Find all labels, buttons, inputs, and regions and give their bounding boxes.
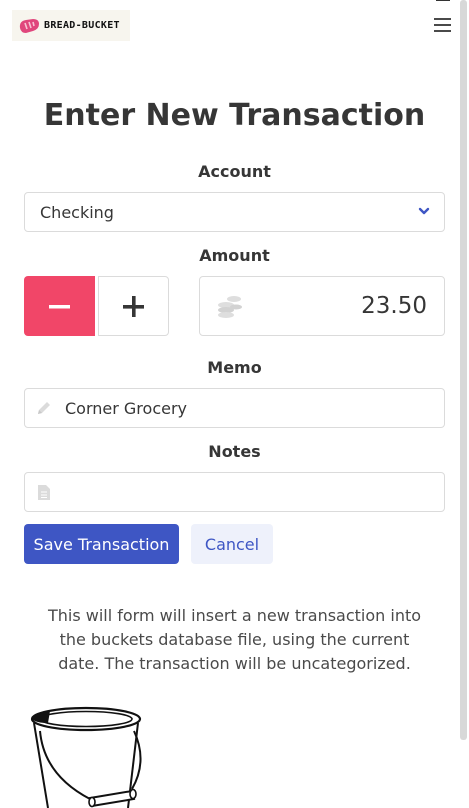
account-select[interactable]: Checking: [24, 192, 445, 232]
notes-input[interactable]: [24, 472, 445, 512]
amount-input[interactable]: 23.50: [199, 276, 445, 336]
bread-icon: [19, 18, 39, 33]
hamburger-icon[interactable]: [434, 18, 452, 32]
info-text: This will form will insert a new transac…: [47, 606, 422, 673]
account-label: Account: [198, 162, 271, 181]
scrollbar-arrow[interactable]: [436, 0, 450, 1]
memo-label: Memo: [207, 358, 262, 377]
positive-amount-button[interactable]: [98, 276, 169, 336]
page-title: Enter New Transaction: [43, 98, 426, 133]
document-icon: [38, 485, 50, 500]
amount-value: 23.50: [361, 293, 427, 319]
chevron-down-icon: [418, 207, 430, 215]
save-transaction-button[interactable]: Save Transaction: [24, 524, 179, 564]
plus-icon: [123, 296, 144, 317]
notes-label: Notes: [208, 442, 261, 461]
cancel-button[interactable]: Cancel: [191, 524, 273, 564]
amount-label: Amount: [199, 246, 270, 265]
memo-input[interactable]: Corner Grocery: [24, 388, 445, 428]
minus-icon: [49, 305, 70, 309]
bucket-illustration: [30, 706, 142, 808]
navbar: BREAD-BUCKET: [0, 0, 469, 52]
negative-amount-button[interactable]: [24, 276, 95, 336]
memo-value: Corner Grocery: [65, 399, 188, 418]
account-selected-value: Checking: [40, 203, 114, 222]
brand-logo-link[interactable]: BREAD-BUCKET: [12, 10, 130, 41]
coins-icon: [218, 296, 242, 318]
brand-name: BREAD-BUCKET: [44, 20, 120, 31]
pencil-icon: [38, 402, 50, 414]
